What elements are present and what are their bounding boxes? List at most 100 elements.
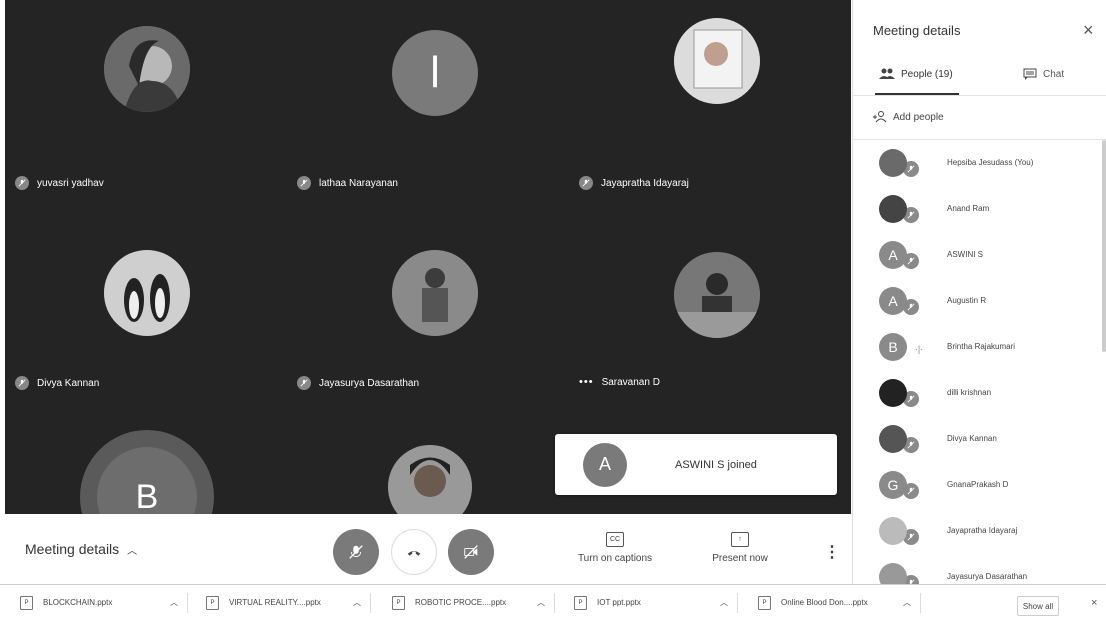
- add-person-icon: [873, 111, 887, 123]
- participant-name: GnanaPrakash D: [947, 480, 1009, 489]
- participant-avatar: [879, 195, 907, 223]
- chevron-up-icon[interactable]: ︿: [537, 585, 545, 620]
- participant-avatar: [879, 563, 907, 584]
- list-item[interactable]: [879, 189, 920, 229]
- participant-photo: [104, 26, 190, 112]
- list-item[interactable]: A: [879, 235, 920, 275]
- tab-chat[interactable]: Chat: [1023, 68, 1064, 80]
- list-item[interactable]: [879, 373, 920, 413]
- panel-title: Meeting details: [873, 23, 961, 38]
- participant-photo: [388, 445, 472, 514]
- close-icon[interactable]: ×: [1091, 597, 1097, 609]
- mic-off-icon: [297, 176, 311, 190]
- participant-tile-big[interactable]: B: [80, 430, 214, 514]
- mic-off-icon: [15, 176, 29, 190]
- speaking-indicator-icon: ·|·: [914, 344, 924, 354]
- phone-hangup-icon: [407, 551, 421, 556]
- chevron-up-icon[interactable]: ︿: [903, 585, 911, 620]
- control-bar: Meeting details ︿ CC Turn on captions ↑ …: [5, 514, 851, 584]
- camera-off-icon: [464, 545, 478, 559]
- participant-name: Divya Kannan: [15, 376, 99, 390]
- mic-off-icon: [349, 545, 363, 559]
- divider: [554, 593, 555, 613]
- chevron-up-icon[interactable]: ︿: [353, 585, 361, 620]
- divider: [737, 593, 738, 613]
- notification-avatar: A: [583, 442, 627, 487]
- speaking-indicator: •••: [579, 376, 594, 388]
- participant-avatar: A: [879, 241, 907, 269]
- download-item[interactable]: P IOT ppt.pptx: [574, 585, 641, 620]
- list-item[interactable]: [879, 557, 920, 584]
- list-item[interactable]: [879, 419, 920, 459]
- mic-off-icon: [579, 176, 593, 190]
- captions-icon: CC: [606, 532, 624, 547]
- chevron-up-icon[interactable]: ︿: [720, 585, 728, 620]
- tab-people[interactable]: People (19): [879, 68, 953, 80]
- participant-tile[interactable]: yuvasri yadhav: [5, 0, 287, 190]
- divider: [920, 593, 921, 613]
- participant-letter-avatar: l: [392, 30, 478, 116]
- participant-tile[interactable]: Jayasurya Dasarathan: [287, 200, 569, 390]
- participant-avatar: [879, 425, 907, 453]
- pptx-file-icon: P: [758, 595, 771, 610]
- participant-tile[interactable]: ••• Saravanan D: [569, 200, 851, 388]
- present-icon: ↑: [731, 532, 749, 547]
- participant-name: Hepsiba Jesudass (You): [947, 158, 1034, 167]
- close-icon[interactable]: ×: [1083, 20, 1094, 41]
- participant-name: ••• Saravanan D: [579, 376, 660, 388]
- mic-off-icon: [297, 376, 311, 390]
- mic-toggle-button[interactable]: [333, 529, 379, 575]
- join-notification: A ASWINI S joined: [555, 434, 837, 495]
- download-filename: ROBOTIC PROCE....pptx: [415, 598, 507, 607]
- pptx-file-icon: P: [20, 595, 33, 610]
- camera-toggle-button[interactable]: [448, 529, 494, 575]
- participant-name: Jayapratha Idayaraj: [579, 176, 689, 190]
- participant-name: lathaa Narayanan: [297, 176, 398, 190]
- meeting-details-panel: Meeting details × People (19) Chat Add p…: [852, 0, 1106, 584]
- video-grid: yuvasri yadhav l lathaa Narayanan Jayapr…: [5, 0, 851, 514]
- participant-name: ASWINI S: [947, 250, 984, 259]
- show-all-button[interactable]: Show all: [1017, 596, 1059, 616]
- participant-tile[interactable]: Jayapratha Idayaraj: [569, 0, 851, 190]
- download-filename: BLOCKCHAIN.pptx: [43, 598, 113, 607]
- list-item[interactable]: B ·|·: [879, 327, 927, 367]
- participant-avatar: [879, 379, 907, 407]
- download-bar: P BLOCKCHAIN.pptx ︿ P VIRTUAL REALITY....ppt…: [0, 584, 1106, 620]
- meeting-details-toggle[interactable]: Meeting details ︿: [25, 541, 137, 557]
- participant-name: yuvasri yadhav: [15, 176, 104, 190]
- participant-photo: [674, 252, 760, 338]
- participant-name: Brintha Rajakumari: [947, 342, 1016, 351]
- participant-avatar: [879, 149, 907, 177]
- pptx-file-icon: P: [206, 595, 219, 610]
- leave-call-button[interactable]: [391, 529, 437, 575]
- notification-text: ASWINI S joined: [675, 458, 757, 471]
- list-item[interactable]: [879, 511, 920, 551]
- participant-photo: [392, 250, 478, 336]
- chevron-up-icon[interactable]: ︿: [170, 585, 178, 620]
- pptx-file-icon: P: [392, 595, 405, 610]
- participant-avatar: G: [879, 471, 907, 499]
- participant-tile[interactable]: l lathaa Narayanan: [287, 0, 569, 190]
- list-item[interactable]: A: [879, 281, 920, 321]
- download-filename: IOT ppt.pptx: [597, 598, 641, 607]
- download-item[interactable]: P BLOCKCHAIN.pptx: [20, 585, 112, 620]
- pptx-file-icon: P: [574, 595, 587, 610]
- more-options-icon[interactable]: ⋮: [824, 542, 840, 562]
- participant-name: Jayapratha Idayaraj: [947, 526, 1018, 535]
- participant-name: Anand Ram: [947, 204, 990, 213]
- download-filename: VIRTUAL REALITY....pptx: [229, 598, 321, 607]
- add-people-button[interactable]: Add people: [873, 111, 944, 123]
- divider: [853, 139, 1106, 140]
- download-item[interactable]: P VIRTUAL REALITY....pptx: [206, 585, 321, 620]
- participant-name: Augustin R: [947, 296, 987, 305]
- captions-button[interactable]: CC Turn on captions: [572, 532, 658, 564]
- download-item[interactable]: P ROBOTIC PROCE....pptx: [392, 585, 506, 620]
- scrollbar[interactable]: [1102, 140, 1106, 352]
- list-item[interactable]: [879, 143, 920, 183]
- participant-name: dilli krishnan: [947, 388, 992, 397]
- download-filename: Online Blood Don....pptx: [781, 598, 868, 607]
- download-item[interactable]: P Online Blood Don....pptx: [758, 585, 868, 620]
- list-item[interactable]: G: [879, 465, 920, 505]
- present-now-button[interactable]: ↑ Present now: [705, 532, 775, 564]
- participant-tile[interactable]: Divya Kannan: [5, 200, 287, 390]
